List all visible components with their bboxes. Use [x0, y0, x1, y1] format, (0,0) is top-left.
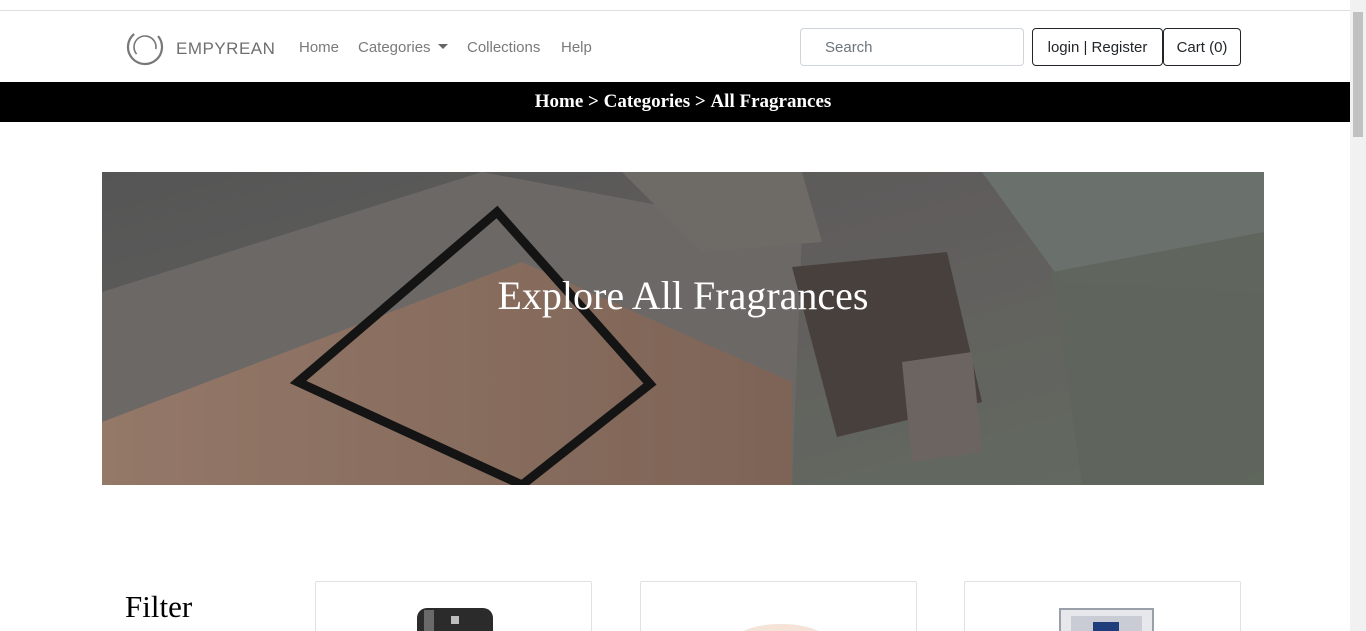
hero-banner: Explore All Fragrances: [102, 172, 1264, 485]
page-scrollbar[interactable]: [1350, 0, 1366, 631]
cart-button[interactable]: Cart (0): [1163, 28, 1241, 66]
perfume-bottle-peach-image: [743, 624, 819, 631]
product-card[interactable]: [964, 581, 1241, 631]
nav-collections[interactable]: Collections: [467, 39, 540, 56]
nav-categories-label: Categories: [358, 39, 431, 56]
search-input[interactable]: [800, 28, 1024, 66]
brand-name[interactable]: EMPYREAN: [176, 39, 275, 59]
breadcrumb: Home > Categories > All Fragrances: [0, 82, 1366, 122]
breadcrumb-separator: >: [588, 91, 599, 112]
nav-categories[interactable]: Categories: [358, 39, 448, 56]
login-register-button[interactable]: login | Register: [1032, 28, 1163, 66]
breadcrumb-separator: >: [694, 91, 706, 112]
hero-background-image: [102, 172, 1264, 485]
product-card[interactable]: [640, 581, 917, 631]
perfume-bottle-blue-box-image: [1059, 608, 1154, 631]
chevron-down-icon: [437, 44, 448, 49]
breadcrumb-categories[interactable]: Categories: [604, 91, 691, 113]
product-card[interactable]: [315, 581, 592, 631]
nav-home[interactable]: Home: [299, 39, 339, 56]
breadcrumb-home[interactable]: Home: [535, 91, 584, 113]
breadcrumb-current: All Fragrances: [710, 91, 832, 112]
navbar: EMPYREAN Home Categories Collections Hel…: [0, 11, 1350, 82]
filter-title: Filter: [125, 589, 193, 624]
brand-logo-icon[interactable]: [126, 27, 166, 67]
perfume-bottle-black-cap-image: [417, 608, 493, 631]
hero-title: Explore All Fragrances: [497, 273, 869, 318]
scrollbar-thumb[interactable]: [1353, 12, 1363, 137]
nav-help[interactable]: Help: [561, 39, 592, 56]
